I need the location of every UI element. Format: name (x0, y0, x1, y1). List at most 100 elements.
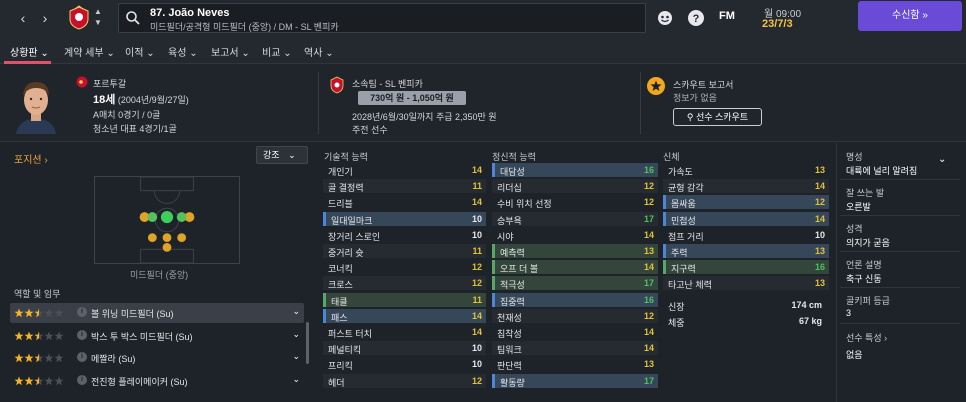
attribute-name: 개인기 (328, 167, 353, 177)
attribute-name: 팀워크 (497, 345, 522, 356)
attribute-row[interactable]: 집중력 16 (492, 292, 658, 307)
attribute-value: 17 (643, 213, 654, 224)
attribute-row[interactable]: 리더십 12 (492, 179, 658, 194)
player-photo (10, 76, 62, 134)
club-label[interactable]: 소속팀 - SL 벤피카 (352, 77, 423, 90)
attribute-row[interactable]: 지구력 16 (663, 260, 829, 275)
attribute-name: 패스 (331, 312, 348, 323)
attribute-row[interactable]: 장거리 스로인 10 (323, 228, 486, 242)
position-link[interactable]: 포지션 › (14, 151, 48, 166)
nationality[interactable]: 포르투갈 (93, 77, 126, 90)
tab-reports[interactable]: 보고서 ⌄ (211, 44, 250, 59)
attribute-row[interactable]: 코너킥 12 (323, 260, 486, 274)
attribute-row[interactable]: 몸싸움 12 (663, 195, 829, 210)
attribute-row[interactable]: 프리킥 10 (323, 357, 486, 371)
info-icon[interactable]: i (77, 329, 87, 340)
attribute-row[interactable]: 타고난 체력 13 (663, 276, 829, 291)
tab-development[interactable]: 육성 ⌄ (168, 44, 198, 59)
tab-contract[interactable]: 계약 세부 ⌄ (64, 44, 115, 59)
attribute-row[interactable]: 퍼스트 터치 14 (323, 325, 486, 339)
chevron-down-icon[interactable]: ⌄ (292, 329, 300, 340)
attribute-row[interactable]: 태클 11 (323, 292, 486, 307)
role-item[interactable]: i 박스 투 박스 미드필더 (Su) ⌄ (10, 326, 304, 346)
attribute-value: 17 (643, 278, 654, 289)
star-icon (24, 331, 34, 340)
attribute-row[interactable]: 천재성 12 (492, 308, 658, 323)
attribute-row[interactable]: 크로스 12 (323, 276, 486, 291)
attribute-name: 장거리 스로인 (328, 231, 381, 242)
attribute-row[interactable]: 중거리 슛 11 (323, 244, 486, 258)
attribute-value: 10 (471, 229, 482, 240)
scout-player-button[interactable]: ⚲ 선수 스카우트 (673, 108, 762, 126)
attribute-name: 균형 감각 (668, 183, 704, 194)
info-icon[interactable]: i (77, 307, 87, 317)
attribute-row[interactable]: 가속도 13 (663, 163, 829, 177)
attribute-value: 11 (472, 246, 482, 256)
attribute-row[interactable]: 대담성 16 (492, 163, 658, 177)
inbox-continue-button[interactable]: 수신함 » (858, 1, 962, 31)
attribute-row[interactable]: 시야 14 (492, 228, 658, 242)
attribute-value: 10 (814, 229, 825, 240)
attribute-value: 12 (471, 278, 482, 289)
attribute-row[interactable]: 점프 거리 10 (663, 228, 829, 242)
attribute-row[interactable]: 균형 감각 14 (663, 179, 829, 194)
crest-switch-icon[interactable]: ▲ ▼ (94, 6, 102, 28)
attribute-row[interactable]: 수비 위치 선정 12 (492, 195, 658, 209)
media-description-value: 축구 신동 (846, 274, 882, 284)
role-item[interactable]: i 메짤라 (Su) ⌄ (10, 348, 304, 368)
player-search-box[interactable]: 87. João Neves 미드필더/공격형 미드필더 (중앙) / DM -… (118, 3, 646, 33)
attribute-row[interactable]: 주력 13 (663, 244, 829, 258)
attribute-row[interactable]: 페널티킥 10 (323, 341, 486, 356)
attribute-row[interactable]: 활동량 17 (492, 373, 658, 388)
social-icon[interactable] (656, 9, 674, 27)
attribute-name: 리더십 (497, 183, 522, 194)
tab-compare[interactable]: 비교 ⌄ (262, 44, 292, 59)
attribute-row[interactable]: 침착성 14 (492, 325, 658, 339)
info-icon[interactable]: i (77, 352, 87, 362)
grade-label: 골키퍼 등급 (846, 296, 890, 306)
tab-overview[interactable]: 상황판 ⌄ (10, 44, 49, 59)
attribute-value: 14 (643, 229, 654, 240)
chevron-down-icon[interactable]: ⌄ (292, 351, 300, 362)
club-crest-icon[interactable] (66, 5, 92, 31)
emphasis-dropdown[interactable]: 강조 ⌄ (256, 146, 308, 164)
mental-title: 정신적 능력 (492, 152, 536, 162)
attribute-row[interactable]: 패스 14 (323, 308, 486, 323)
forward-arrow-icon[interactable]: › (36, 8, 54, 28)
position-dot (177, 233, 187, 242)
tab-transfer[interactable]: 이적 ⌄ (125, 44, 155, 59)
attribute-name: 일대일마크 (331, 215, 373, 226)
attribute-value: 13 (814, 165, 825, 175)
attribute-row[interactable]: 일대일마크 10 (323, 211, 486, 226)
chevron-down-icon[interactable]: ⌄ (938, 154, 946, 165)
chevron-down-icon[interactable]: ⌄ (292, 374, 300, 385)
attribute-row[interactable]: 헤더 12 (323, 373, 486, 388)
attribute-name: 예측력 (500, 248, 525, 258)
attribute-value: 14 (471, 310, 482, 321)
attribute-row[interactable]: 민첩성 14 (663, 211, 829, 226)
info-icon[interactable]: i (77, 374, 87, 385)
role-item[interactable]: i 볼 위닝 미드필더 (Su) ⌄ (10, 303, 304, 323)
player-traits-link[interactable]: 선수 특성 › (846, 331, 887, 344)
attribute-row[interactable]: 드리블 14 (323, 195, 486, 209)
attribute-row[interactable]: 골 결정력 11 (323, 179, 486, 194)
chevron-down-icon[interactable]: ⌄ (292, 306, 300, 317)
tab-history[interactable]: 역사 ⌄ (304, 44, 334, 59)
help-icon[interactable]: ? (687, 9, 705, 27)
attribute-row[interactable]: 팀워크 14 (492, 341, 658, 356)
benfica-crest-icon[interactable] (329, 76, 345, 94)
attribute-row[interactable]: 판단력 13 (492, 357, 658, 371)
divider (840, 323, 960, 324)
attribute-row[interactable]: 적극성 17 (492, 276, 658, 291)
divider (840, 179, 960, 180)
roles-scrollbar[interactable] (306, 322, 309, 364)
back-arrow-icon[interactable]: ‹ (14, 8, 32, 28)
attribute-row[interactable]: 오프 더 볼 14 (492, 260, 658, 275)
position-dot (162, 233, 172, 242)
attribute-row[interactable]: 개인기 14 (323, 163, 486, 177)
role-item[interactable]: i 전진형 플레이메이커 (Su) ⌄ (10, 371, 304, 391)
fm-logo[interactable]: FM (719, 10, 735, 22)
player-traits-value: 없음 (846, 350, 863, 360)
attribute-row[interactable]: 승부욕 17 (492, 211, 658, 226)
attribute-row[interactable]: 예측력 13 (492, 244, 658, 258)
